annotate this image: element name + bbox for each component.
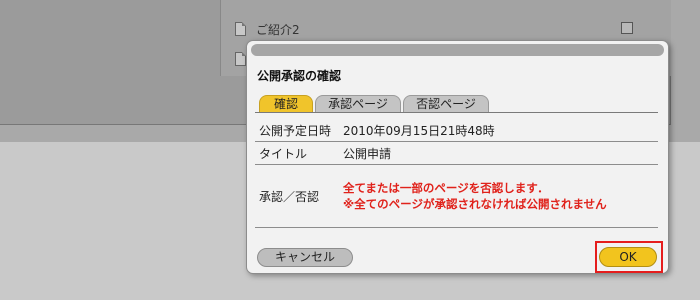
dialog-title-bar[interactable] (251, 44, 664, 56)
list-item-label: ご紹介2 (256, 22, 300, 37)
tab-bar: 確認 承認ページ 否認ページ (259, 95, 489, 112)
table-row: 承認／否認 全てまたは一部のページを否認します． ※全てのページが承認されなけれ… (255, 165, 658, 228)
warning-line-1: 全てまたは一部のページを否認します． (343, 181, 549, 195)
tab-rejected-pages[interactable]: 否認ページ (403, 95, 489, 112)
approve-reject-label: 承認／否認 (259, 189, 320, 204)
table-row: タイトル 公開申請 (255, 142, 658, 165)
title-label: タイトル (259, 146, 308, 161)
title-value: 公開申請 (343, 146, 392, 161)
list-item-checkbox[interactable] (621, 22, 633, 34)
table-row: 公開予定日時 2010年09月15日21時48時 (255, 120, 658, 142)
cancel-button[interactable]: キャンセル (257, 248, 353, 267)
publish-date-label: 公開予定日時 (259, 124, 332, 138)
approve-reject-message: 全てまたは一部のページを否認します． ※全てのページが承認されなければ公開されま… (343, 180, 658, 212)
publish-approval-dialog: 公開承認の確認 確認 承認ページ 否認ページ 公開予定日時 2010年09月15… (246, 40, 669, 274)
publish-date-value: 2010年09月15日21時48時 (343, 124, 495, 138)
list-item[interactable]: ご紹介2 (235, 18, 635, 40)
ok-button[interactable]: OK (599, 247, 657, 267)
confirmation-table: 公開予定日時 2010年09月15日21時48時 タイトル 公開申請 承認／否認… (255, 120, 658, 228)
document-icon (235, 52, 246, 66)
dialog-title: 公開承認の確認 (257, 69, 342, 83)
document-icon (235, 22, 246, 36)
tab-confirm[interactable]: 確認 (259, 95, 313, 112)
tab-divider (255, 112, 658, 113)
tab-approved-pages[interactable]: 承認ページ (315, 95, 401, 112)
warning-line-2: ※全てのページが承認されなければ公開されません (343, 197, 607, 211)
